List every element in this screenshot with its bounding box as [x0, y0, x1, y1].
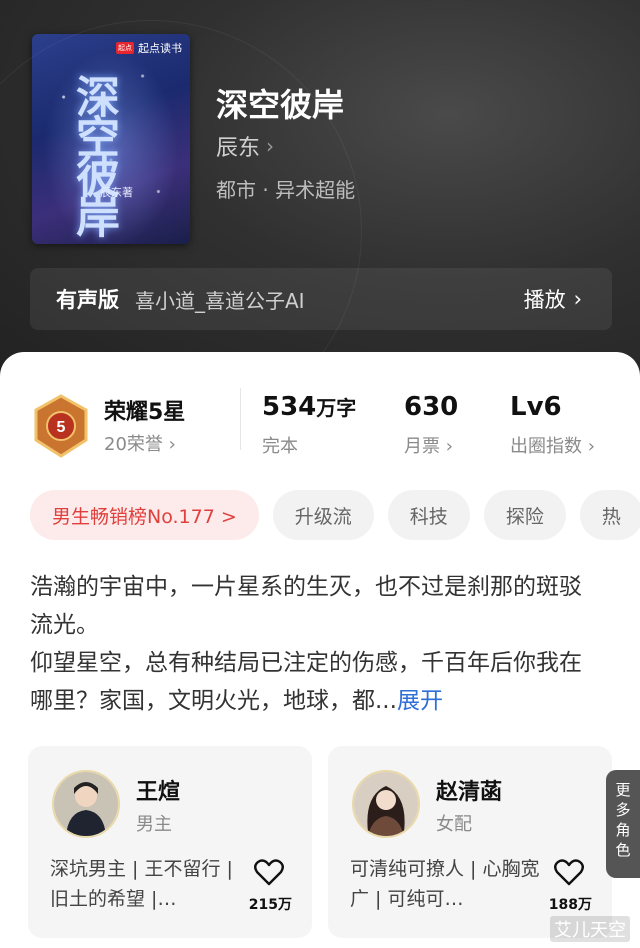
character-card[interactable]: 赵清菡 女配 可清纯可撩人 | 心胸宽广 | 可纯可… 188万 [328, 746, 612, 938]
synopsis[interactable]: 浩瀚的宇宙中，一片星系的生灭，也不过是刹那的斑驳流光。 仰望星空，总有种结局已注… [30, 568, 600, 720]
monthly-ticket-label: 月票 [404, 436, 440, 457]
cover-art [32, 34, 190, 244]
publisher-logo-icon: 起点 [116, 42, 134, 54]
cover-title-art: 深空彼岸 [68, 74, 119, 234]
character-name: 王煊 [136, 780, 181, 805]
character-avatar [52, 770, 120, 838]
more-characters-button[interactable]: 更多角色 [606, 770, 640, 878]
character-description: 深坑男主 | 王不留行 | 旧土的希望 |… [50, 858, 233, 910]
chevron-right-icon: › [168, 434, 176, 455]
play-button[interactable]: 播放 › [524, 284, 582, 314]
book-cover[interactable]: 起点 起点读书 深空彼岸 辰东著 [32, 34, 190, 244]
book-title: 深空彼岸 [216, 86, 345, 124]
heart-icon[interactable] [254, 858, 284, 886]
cover-publisher: 起点 起点读书 [116, 40, 182, 56]
tag-item[interactable]: 科技 [387, 490, 470, 540]
synopsis-line: 仰望星空，总有种结局已注定的伤感，千百年后你我在哪里？家国，文明火光，地球，都.… [30, 644, 600, 720]
tag-item[interactable]: 热 [579, 490, 640, 540]
completion-status: 完本 [262, 436, 298, 457]
influence-link[interactable]: 出圈指数 › [510, 432, 595, 458]
synopsis-line-text: 仰望星空，总有种结局已注定的伤感，千百年后你我在哪里？家国，文明火光，地球，都.… [30, 650, 582, 714]
word-count-value: 534 [262, 392, 317, 422]
honor-count-link[interactable]: 20荣誉 › [104, 430, 176, 456]
cover-author-art: 辰东著 [100, 186, 133, 199]
synopsis-line: 浩瀚的宇宙中，一片星系的生灭，也不过是刹那的斑驳流光。 [30, 574, 582, 638]
stats-divider [240, 388, 241, 450]
chevron-right-icon: › [445, 436, 453, 457]
character-name: 赵清菡 [436, 780, 503, 805]
like-count: 215万 [248, 897, 292, 913]
like-count: 188万 [548, 897, 592, 913]
tag-item[interactable]: 探险 [483, 490, 566, 540]
tag-ranking[interactable]: 男生畅销榜No.177 > [30, 490, 259, 540]
word-count-unit: 万字 [316, 396, 357, 420]
audio-version-bar[interactable]: 有声版 喜小道_喜道公子AI 播放 › [30, 268, 612, 330]
monthly-ticket-link[interactable]: 月票 › [404, 432, 453, 458]
chevron-right-icon: › [587, 436, 595, 457]
svg-text:5: 5 [57, 419, 66, 436]
influence-value: Lv6 [510, 392, 562, 422]
book-detail-card: 5 荣耀5星 20荣誉 › 534万字 完本 630 月票 › Lv6 出圈指数… [0, 352, 640, 948]
character-description: 可清纯可撩人 | 心胸宽广 | 可纯可… [350, 858, 540, 910]
tag-item[interactable]: 升级流 [272, 490, 374, 540]
honor-count: 20荣誉 [104, 434, 163, 455]
heart-icon[interactable] [554, 858, 584, 886]
honor-title: 荣耀5星 [104, 400, 186, 425]
honor-badge-icon: 5 [34, 394, 88, 458]
character-role: 男主 [136, 814, 172, 835]
cover-publisher-text: 起点读书 [138, 42, 182, 55]
more-characters-label: 更多角色 [615, 781, 631, 859]
stats-row: 5 荣耀5星 20荣誉 › 534万字 完本 630 月票 › Lv6 出圈指数… [0, 352, 640, 462]
book-genre: 都市 · 异术超能 [216, 178, 356, 202]
author-name: 辰东 [216, 136, 261, 161]
audio-label: 有声版 [56, 288, 119, 312]
author-link[interactable]: 辰东 › [216, 130, 274, 162]
character-role: 女配 [436, 814, 472, 835]
character-avatar [352, 770, 420, 838]
audio-narrator: 喜小道_喜道公子AI [135, 288, 305, 313]
play-label: 播放 [523, 288, 566, 312]
hero-header: 起点 起点读书 深空彼岸 辰东著 深空彼岸 辰东 › 都市 · 异术超能 有声版… [0, 0, 640, 442]
word-count: 534万字 [262, 392, 356, 422]
monthly-ticket-value: 630 [404, 392, 459, 422]
chevron-right-icon: › [573, 287, 582, 311]
watermark: 艾儿天空 [550, 916, 630, 942]
character-card[interactable]: 王煊 男主 深坑男主 | 王不留行 | 旧土的希望 |… 215万 [28, 746, 312, 938]
expand-link[interactable]: 展开 [397, 688, 443, 714]
tag-row: 男生畅销榜No.177 > 升级流 科技 探险 热 [30, 490, 640, 540]
chevron-right-icon: › [266, 134, 275, 158]
influence-label: 出圈指数 [510, 436, 582, 457]
